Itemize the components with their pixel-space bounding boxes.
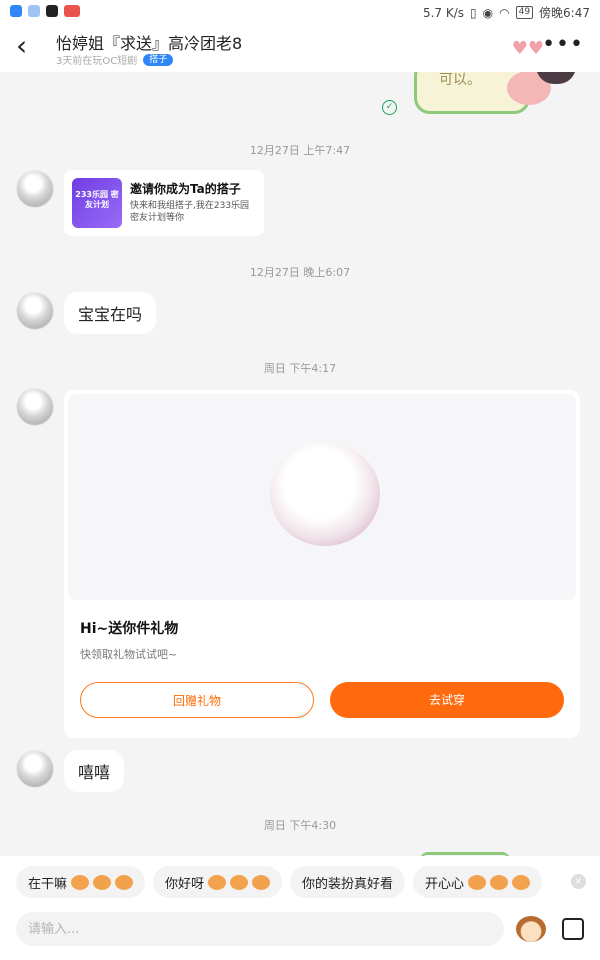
wifi-icon: ◠: [499, 5, 510, 20]
check-circle-icon: ✓: [382, 100, 397, 115]
message-timestamp: 周日 下午4:30: [263, 819, 337, 832]
emoji-icon: [490, 874, 509, 890]
avatar[interactable]: [16, 292, 54, 330]
quick-reply[interactable]: 你好呀: [153, 866, 283, 898]
hearts-icon[interactable]: ♥♥: [512, 38, 544, 59]
close-icon[interactable]: ×: [571, 874, 586, 889]
more-dots-icon[interactable]: •••: [542, 32, 584, 57]
emoji-icon: [208, 874, 227, 890]
quick-reply-label: 开心心: [425, 876, 465, 892]
monkey-emoji-icon[interactable]: [516, 916, 546, 942]
emoji-icon: [93, 874, 112, 890]
status-time: 傍晚6:47: [539, 6, 590, 20]
emoji-icon: [252, 874, 271, 890]
chat-title[interactable]: 怡婷姐『求送』高冷团老8: [56, 30, 242, 54]
quick-reply[interactable]: 你的装扮真好看: [290, 866, 406, 898]
emoji-icon: [512, 874, 531, 890]
quick-reply-label: 你的装扮真好看: [302, 876, 394, 892]
message-timestamp: 12月27日 上午7:47: [249, 144, 351, 157]
gift-subtitle: 快领取礼物试试吧~: [80, 648, 178, 661]
battery-indicator: 49: [515, 6, 534, 19]
quick-reply[interactable]: 开心心: [413, 866, 543, 898]
try-on-button[interactable]: 去试穿: [330, 682, 564, 718]
invite-card-image: 233乐园 密友计划: [72, 178, 122, 228]
avatar[interactable]: [16, 750, 54, 788]
gift-card[interactable]: Hi~送你件礼物 快领取礼物试试吧~ 回赠礼物 去试穿: [64, 390, 580, 738]
partner-badge[interactable]: 搭子: [143, 53, 174, 66]
vibrate-icon: ▯: [470, 5, 477, 20]
emoji-icon: [71, 874, 90, 890]
gift-image: [68, 394, 576, 600]
network-speed: 5.7 K/s: [422, 5, 465, 20]
chat-messages[interactable]: 可以。 ✓ 12月27日 上午7:47 233乐园 密友计划 邀请你成为Ta的搭…: [0, 72, 600, 856]
app-notification-icon: [28, 5, 40, 17]
status-bar: 5.7 K/s ▯ ◉ ◠ 49 傍晚6:47: [0, 0, 600, 24]
input-panel: 在干嘛 你好呀 你的装扮真好看 开心心 ×: [0, 856, 600, 960]
sticker-message[interactable]: 可以。: [414, 72, 551, 114]
app-notification-icon: [46, 5, 58, 17]
chat-header: ‹ 怡婷姐『求送』高冷团老8 3天前在玩OC短剧 搭子 ♥♥ •••: [0, 24, 600, 72]
emoji-icon: [468, 874, 487, 890]
message-timestamp: 12月27日 晚上6:07: [249, 266, 351, 279]
message-timestamp: 周日 下午4:17: [263, 362, 337, 375]
message-input[interactable]: [16, 912, 504, 946]
gift-title: Hi~送你件礼物: [80, 621, 179, 637]
emoji-icon: [115, 874, 134, 890]
gift-item: [270, 442, 380, 546]
invite-card[interactable]: 233乐园 密友计划 邀请你成为Ta的搭子 快来和我组搭子,我在233乐园密友计…: [64, 170, 264, 236]
image-icon[interactable]: [562, 918, 584, 940]
quick-reply[interactable]: 在干嘛: [16, 866, 146, 898]
avatar[interactable]: [16, 170, 54, 208]
invite-card-title: 邀请你成为Ta的搭子: [130, 182, 241, 196]
chat-subtitle: 3天前在玩OC短剧 搭子: [56, 52, 174, 67]
app-notification-icon: [10, 5, 22, 17]
status-app-icons: [10, 5, 80, 17]
message-bubble[interactable]: 宝宝在吗: [64, 292, 157, 334]
emoji-icon: [230, 874, 249, 890]
invite-card-description: 快来和我组搭子,我在233乐园密友计划等你: [130, 201, 250, 223]
eye-icon: ◉: [482, 5, 494, 20]
quick-reply-label: 在干嘛: [28, 876, 68, 892]
app-notification-icon: [64, 5, 80, 17]
return-gift-button[interactable]: 回赠礼物: [80, 682, 314, 718]
back-icon[interactable]: ‹: [16, 32, 27, 60]
status-indicators: 5.7 K/s ▯ ◉ ◠ 49 傍晚6:47: [423, 4, 590, 21]
quick-replies: 在干嘛 你好呀 你的装扮真好看 开心心: [16, 866, 543, 898]
message-bubble[interactable]: 嘻嘻: [64, 750, 125, 792]
quick-reply-label: 你好呀: [165, 876, 205, 892]
sticker-text: 可以。: [439, 72, 481, 88]
avatar[interactable]: [16, 388, 54, 426]
activity-status: 3天前在玩OC短剧: [56, 56, 138, 67]
